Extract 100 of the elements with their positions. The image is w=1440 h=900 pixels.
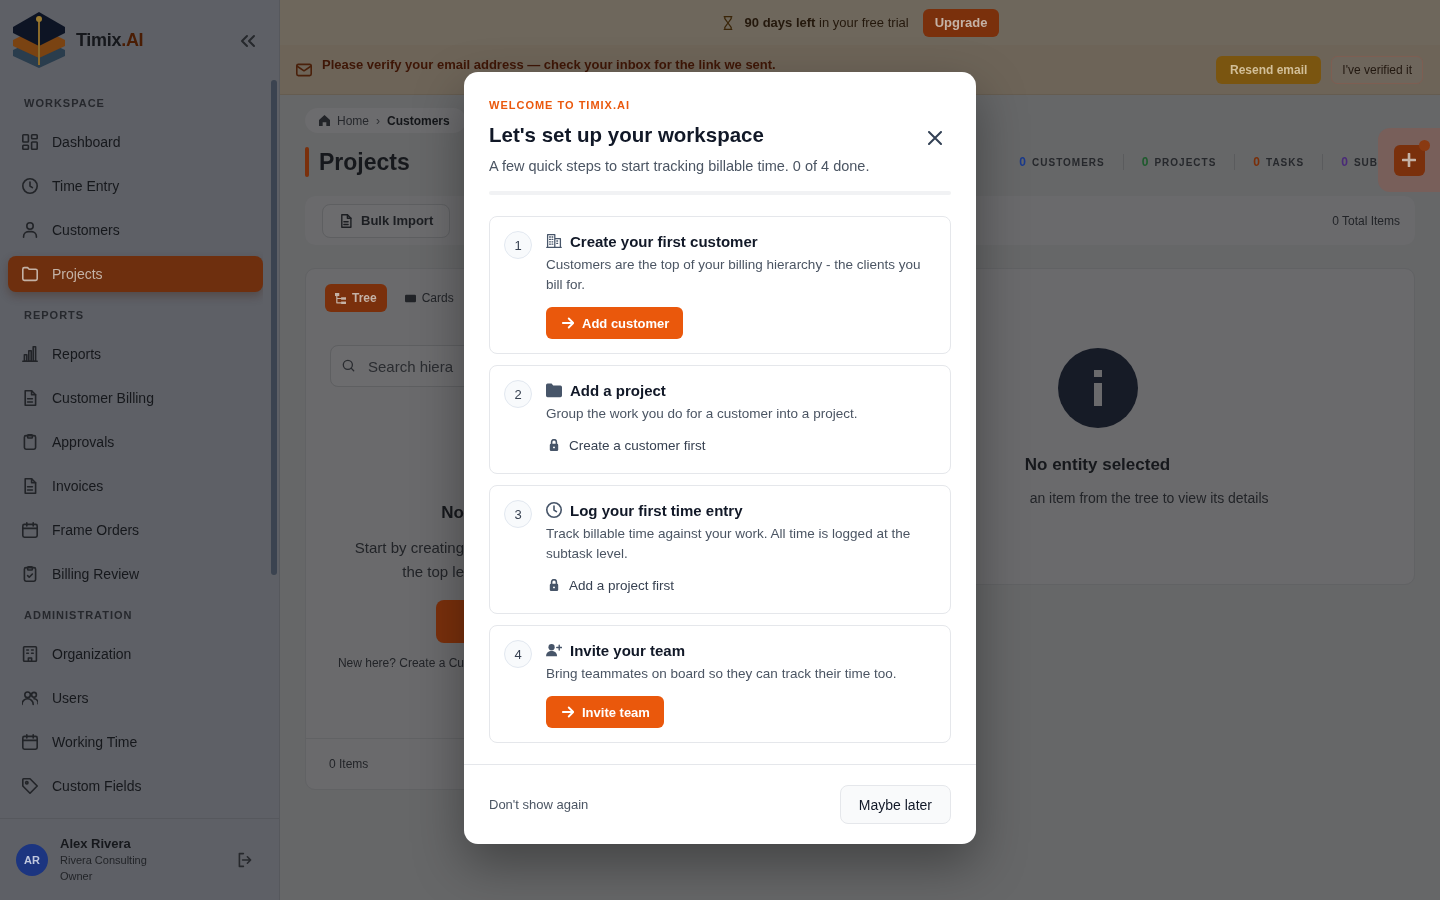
stat-label: PROJECTS <box>1154 156 1217 168</box>
lock-icon <box>548 579 560 591</box>
step-action-button[interactable]: Invite team <box>546 696 664 728</box>
nav-item[interactable]: Billing Review <box>8 556 263 592</box>
calendar-icon <box>22 734 38 750</box>
scrollbar[interactable] <box>271 80 277 575</box>
folder-icon <box>22 266 38 282</box>
user-company: Rivera Consulting <box>60 853 147 868</box>
nav-item[interactable]: Frame Orders <box>8 512 263 548</box>
person-icon <box>22 222 38 238</box>
envelope-icon <box>296 61 312 78</box>
dialog-eyebrow: WELCOME TO TIMIX.AI <box>489 98 631 113</box>
view-tab[interactable]: Tree <box>325 284 387 312</box>
section-label: WORKSPACE <box>23 96 106 111</box>
nav-item[interactable]: Working Time <box>8 724 263 760</box>
building-icon <box>546 233 562 249</box>
nav-item[interactable]: Reports <box>8 336 263 372</box>
step-number: 1 <box>504 231 532 259</box>
breadcrumb-link[interactable]: Customers <box>387 113 450 128</box>
document-icon <box>22 390 38 406</box>
step-action-button[interactable]: Add customer <box>546 307 684 339</box>
step-title: Create your first customer <box>570 232 758 250</box>
grid-icon <box>22 134 38 150</box>
logout-icon <box>237 851 253 868</box>
info-icon <box>1057 348 1138 428</box>
page-title: Projects <box>319 148 410 176</box>
stat-count: 0 <box>1141 155 1149 169</box>
nav-item[interactable]: Customers <box>8 212 263 248</box>
create-button[interactable] <box>436 600 464 643</box>
close-icon <box>928 131 942 145</box>
lock-icon <box>548 439 560 451</box>
step-number: 4 <box>504 640 532 668</box>
nav-item[interactable]: Dashboard <box>8 124 263 160</box>
verified-button[interactable]: I've verified it <box>1331 55 1423 84</box>
nav-item[interactable]: Time Entry <box>8 168 263 204</box>
dialog-subtitle: A few quick steps to start tracking billable time. 0 of 4 done. <box>489 157 871 176</box>
dont-show-again-button[interactable]: Don't show again <box>489 797 589 812</box>
logout-button[interactable] <box>237 851 253 868</box>
step-number: 2 <box>504 380 532 408</box>
stat-count: 0 <box>1019 155 1027 169</box>
verify-email-message: Please verify your email address — check your inbox for the link we sent. <box>322 58 776 72</box>
step-description: Group the work you do for a customer into a project. <box>546 405 859 423</box>
bulk-import-button[interactable]: Bulk Import <box>322 203 451 238</box>
stat-label: SUB <box>1353 156 1378 168</box>
brand-name: Timix.AI <box>76 29 144 51</box>
step-description: Customers are the top of your billing hierarchy - the clients you bill for. <box>546 256 922 294</box>
resend-email-button[interactable]: Resend email <box>1215 55 1322 84</box>
nav-item[interactable]: Custom Fields <box>8 768 263 804</box>
card-icon <box>404 292 416 304</box>
notification-dot-icon <box>1418 139 1430 151</box>
nav-item[interactable]: Invoices <box>8 468 263 504</box>
user-name: Alex Rivera <box>60 835 132 852</box>
nav-item[interactable]: Organization <box>8 636 263 672</box>
stat-count: 0 <box>1341 155 1348 169</box>
document-icon <box>22 478 38 494</box>
user-plus-icon <box>546 642 562 658</box>
stat-count: 0 <box>1253 155 1261 169</box>
layered-logo-icon <box>10 12 68 68</box>
maybe-later-button[interactable]: Maybe later <box>839 785 951 824</box>
step-number: 3 <box>504 500 532 528</box>
user-role: Owner <box>60 869 94 884</box>
collapse-button[interactable] <box>240 33 256 47</box>
upgrade-button[interactable]: Upgrade <box>922 8 1000 37</box>
stat-label: TASKS <box>1266 156 1305 168</box>
double-chevron-left-icon <box>240 33 256 49</box>
clock-icon <box>22 178 38 194</box>
breadcrumb-separator: › <box>376 113 380 128</box>
home-icon <box>319 115 330 126</box>
building-icon <box>22 646 38 662</box>
folder-icon <box>546 382 562 398</box>
step-description: Bring teammates on board so they can track their time too. <box>546 665 898 683</box>
user-avatar: AR <box>16 843 48 876</box>
total-count: 0 Total Items <box>1332 213 1400 228</box>
section-label: REPORTS <box>23 308 86 323</box>
people-icon <box>22 690 38 706</box>
detail-empty-text: an item from the tree to view its details <box>1029 490 1269 506</box>
empty-state-hint: New here? Create a Cu <box>337 655 464 671</box>
document-icon <box>339 213 353 228</box>
nav-item[interactable]: Projects <box>8 256 263 292</box>
tag-icon <box>22 778 38 794</box>
locked-hint: Add a project first <box>569 577 675 593</box>
plus-icon <box>1402 153 1416 167</box>
calendar-icon <box>22 522 38 538</box>
nav-item[interactable]: Approvals <box>8 424 263 460</box>
nav-item[interactable]: Users <box>8 680 263 716</box>
view-tab[interactable]: Cards <box>394 284 464 312</box>
detail-empty-title: No entity selected <box>1024 454 1171 476</box>
item-count: 0 Items <box>329 757 369 771</box>
trial-text: 90 days left in your free trial <box>744 15 909 30</box>
locked-hint: Create a customer first <box>569 437 706 453</box>
arrow-right-icon <box>562 706 574 718</box>
clock-icon <box>546 502 562 518</box>
dialog-title: Let's set up your workspace <box>489 122 765 148</box>
nav-item[interactable]: Customer Billing <box>8 380 263 416</box>
empty-state-text: Start by creating the top le <box>354 538 464 582</box>
hierarchy-icon <box>335 292 346 304</box>
empty-state-title: No <box>441 502 464 524</box>
breadcrumb-link[interactable]: Home <box>337 113 369 128</box>
step-title: Add a project <box>570 381 666 399</box>
clipboard-check-icon <box>22 566 38 582</box>
